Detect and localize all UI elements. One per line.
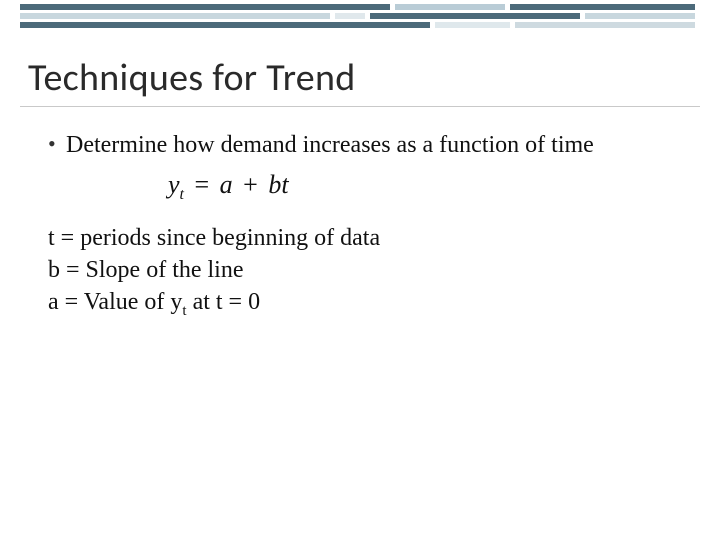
bar-seg bbox=[20, 13, 330, 19]
eq-a: a bbox=[220, 170, 233, 199]
bar-seg bbox=[585, 13, 695, 19]
bar-seg bbox=[20, 22, 430, 28]
def-a: a = Value of yt at t = 0 bbox=[48, 286, 672, 327]
slide-body: • Determine how demand increases as a fu… bbox=[48, 130, 672, 327]
def-t: t = periods since beginning of data bbox=[48, 222, 672, 254]
def-b: b = Slope of the line bbox=[48, 254, 672, 286]
def-a-post: at t = 0 bbox=[187, 289, 261, 315]
bullet-item: • Determine how demand increases as a fu… bbox=[48, 130, 672, 160]
bar-seg bbox=[370, 13, 580, 19]
decorative-top-bars bbox=[0, 0, 720, 32]
slide-title: Techniques for Trend bbox=[28, 55, 692, 101]
bar-seg bbox=[20, 4, 390, 10]
bar-seg bbox=[510, 4, 695, 10]
bullet-marker: • bbox=[48, 130, 66, 158]
def-a-pre: a = Value of y bbox=[48, 289, 182, 315]
eq-plus: + bbox=[239, 170, 262, 199]
bullet-text: Determine how demand increases as a func… bbox=[66, 130, 594, 160]
bar-seg bbox=[435, 22, 510, 28]
definitions-block: t = periods since beginning of data b = … bbox=[48, 222, 672, 327]
eq-equals: = bbox=[191, 170, 214, 199]
eq-b: b bbox=[268, 170, 281, 199]
bar-seg bbox=[395, 4, 505, 10]
eq-t: t bbox=[281, 170, 288, 199]
bar-seg bbox=[335, 13, 365, 19]
title-underline bbox=[20, 106, 700, 107]
eq-lhs-var: y bbox=[168, 170, 180, 199]
eq-lhs-sub: t bbox=[180, 186, 184, 203]
bar-seg bbox=[515, 22, 695, 28]
trend-equation: yt = a + bt bbox=[168, 170, 672, 204]
